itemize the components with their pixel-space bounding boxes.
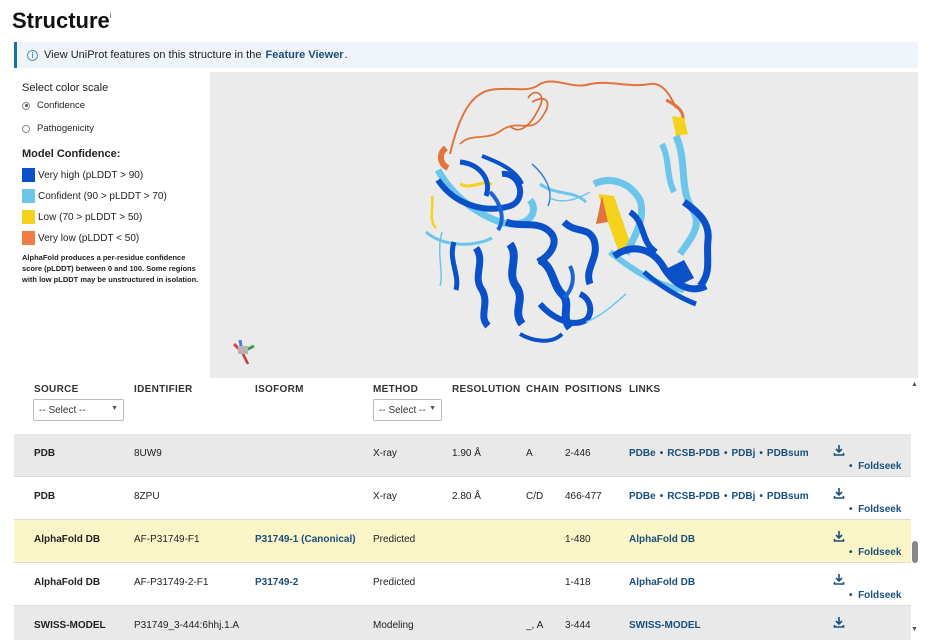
cell-positions: 2-446 (565, 448, 591, 459)
table-header: SOURCE IDENTIFIER ISOFORM METHOD RESOLUT… (14, 378, 911, 434)
legend-confident: Confident (90 > pLDDT > 70) (22, 189, 208, 203)
download-icon[interactable] (833, 444, 845, 456)
foldseek-link[interactable]: • Foldseek (849, 547, 901, 558)
header-resolution: RESOLUTION (452, 384, 521, 395)
table-row: AlphaFold DB AF-P31749-2-F1 P31749-2 Pre… (14, 563, 911, 606)
feature-viewer-banner: i View UniProt features on this structur… (14, 42, 918, 68)
legend-low: Low (70 > pLDDT > 50) (22, 210, 208, 224)
table-scrollbar[interactable]: ▲ ▼ (911, 378, 919, 640)
cell-isoform[interactable]: P31749-2 (255, 577, 298, 588)
cell-method: X-ray (373, 448, 397, 459)
header-method: METHOD (373, 384, 419, 395)
cell-source: SWISS-MODEL (34, 620, 106, 631)
cell-identifier: AF-P31749-2-F1 (134, 577, 209, 588)
header-source: SOURCE (34, 384, 79, 395)
color-swatch (22, 210, 35, 224)
protein-ribbon-render[interactable] (210, 72, 918, 378)
link-pdbsum[interactable]: PDBsum (767, 491, 809, 502)
cell-method: Predicted (373, 577, 416, 588)
link-rcsb-pdb[interactable]: RCSB-PDB (667, 491, 720, 502)
cell-source: PDB (34, 491, 56, 502)
cell-method: Modeling (373, 620, 414, 631)
cell-identifier: P31749_3-444:6hhj.1.A (134, 620, 240, 631)
info-icon: i (27, 49, 38, 61)
method-filter-select[interactable]: -- Select -- ▼ (373, 399, 442, 421)
table-row: SWISS-MODEL P31749_3-444:6hhj.1.A Modeli… (14, 606, 911, 640)
download-icon[interactable] (833, 530, 845, 542)
link-rcsb-pdb[interactable]: RCSB-PDB (667, 448, 720, 459)
link-swiss-model[interactable]: SWISS-MODEL (629, 620, 701, 631)
scroll-up-arrow-icon[interactable]: ▲ (911, 381, 918, 388)
info-superscript[interactable]: i (110, 11, 112, 20)
chevron-down-icon: ▼ (111, 405, 118, 412)
table-row: AlphaFold DB AF-P31749-F1 P31749-1 (Cano… (14, 520, 911, 563)
cell-source: AlphaFold DB (34, 577, 101, 588)
legend-very-low: Very low (pLDDT < 50) (22, 231, 208, 245)
link-pdbe[interactable]: PDBe (629, 448, 656, 459)
cell-links: PDBe • RCSB-PDB • PDBj • PDBsum (629, 491, 809, 502)
link-alphafold-db[interactable]: AlphaFold DB (629, 534, 695, 545)
cell-links: PDBe • RCSB-PDB • PDBj • PDBsum (629, 448, 809, 459)
download-icon[interactable] (833, 616, 845, 628)
cell-isoform[interactable]: P31749-1 (Canonical) (255, 534, 356, 545)
header-chain: CHAIN (526, 384, 560, 395)
table-row: PDB 8UW9 X-ray 1.90 Å A 2-446 PDBe • RCSB-… (14, 434, 911, 477)
header-positions: POSITIONS (565, 384, 623, 395)
scroll-down-arrow-icon[interactable]: ▼ (911, 626, 918, 633)
cell-positions: 1-480 (565, 534, 591, 545)
download-icon[interactable] (833, 573, 845, 585)
download-icon[interactable] (833, 487, 845, 499)
cell-method: X-ray (373, 491, 397, 502)
header-isoform: ISOFORM (255, 384, 304, 395)
cell-positions: 466-477 (565, 491, 602, 502)
source-filter-select[interactable]: -- Select -- ▼ (33, 399, 124, 421)
cell-positions: 3-444 (565, 620, 591, 631)
link-pdbe[interactable]: PDBe (629, 491, 656, 502)
link-pdbj[interactable]: PDBj (732, 448, 756, 459)
structure-3d-viewer[interactable] (210, 72, 918, 378)
cell-identifier: 8UW9 (134, 448, 162, 459)
cell-resolution: 1.90 Å (452, 448, 481, 459)
radio-pathogenicity[interactable]: Pathogenicity (22, 123, 208, 134)
scroll-thumb[interactable] (912, 541, 918, 563)
cell-positions: 1-418 (565, 577, 591, 588)
model-confidence-heading: Model Confidence: (22, 148, 121, 160)
cell-resolution: 2.80 Å (452, 491, 481, 502)
chevron-down-icon: ▼ (429, 405, 436, 412)
header-links: LINKS (629, 384, 661, 395)
link-pdbsum[interactable]: PDBsum (767, 448, 809, 459)
color-scale-panel: Select color scale Confidence Pathogenic… (22, 82, 208, 285)
link-pdbj[interactable]: PDBj (732, 491, 756, 502)
cell-source: PDB (34, 448, 56, 459)
cell-links: SWISS-MODEL (629, 620, 701, 631)
color-scale-heading: Select color scale (22, 82, 109, 94)
feature-viewer-link[interactable]: Feature Viewer (266, 49, 344, 61)
legend-very-high: Very high (pLDDT > 90) (22, 168, 208, 182)
cell-chain: A (526, 448, 533, 459)
cell-chain: C/D (526, 491, 544, 502)
color-swatch (22, 168, 35, 182)
cell-method: Predicted (373, 534, 416, 545)
banner-text: View UniProt features on this structure … (44, 49, 262, 61)
structures-table: SOURCE IDENTIFIER ISOFORM METHOD RESOLUT… (14, 378, 911, 640)
color-swatch (22, 189, 35, 203)
plddt-note: AlphaFold produces a per-residue confide… (22, 253, 199, 284)
link-alphafold-db[interactable]: AlphaFold DB (629, 577, 695, 588)
foldseek-link[interactable]: • Foldseek (849, 461, 901, 472)
radio-button[interactable] (22, 101, 30, 110)
page-title: Structurei (12, 8, 112, 33)
table-row: PDB 8ZPU X-ray 2.80 Å C/D 466-477 PDBe • R… (14, 477, 911, 520)
cell-identifier: 8ZPU (134, 491, 160, 502)
cell-links: AlphaFold DB (629, 534, 695, 545)
radio-confidence[interactable]: Confidence (22, 100, 208, 111)
cell-identifier: AF-P31749-F1 (134, 534, 200, 545)
cell-source: AlphaFold DB (34, 534, 101, 545)
radio-button[interactable] (22, 124, 30, 133)
foldseek-link[interactable]: • Foldseek (849, 504, 901, 515)
cell-links: AlphaFold DB (629, 577, 695, 588)
header-identifier: IDENTIFIER (134, 384, 193, 395)
foldseek-link[interactable]: • Foldseek (849, 590, 901, 601)
color-swatch (22, 231, 35, 245)
cell-chain: _, A (526, 620, 544, 631)
